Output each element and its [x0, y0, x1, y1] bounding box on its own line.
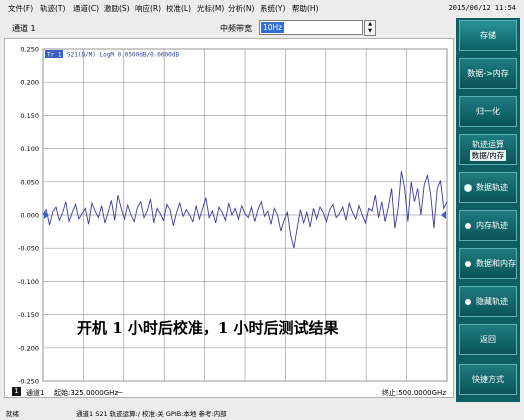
start-frequency: 起始:325.0000GHz: [54, 389, 119, 397]
spin-down-icon[interactable]: ▼: [366, 28, 374, 34]
annotation-text: 开机 1 小时后校准，1 小时后测试结果: [77, 319, 340, 337]
trace-chart[interactable]: 0.250 0.200 0.150 0.100 0.050 0.000 -0.050 -0.1…: [5, 39, 455, 387]
normalize-button[interactable]: 归一化: [459, 96, 517, 127]
data-and-memory-option[interactable]: 数据和内存: [459, 248, 517, 279]
radio-icon: [465, 260, 471, 267]
toolbar: 通道 1 中频带宽 10Hz ▲ ▼: [4, 18, 450, 38]
y-tick-label: 0.200: [20, 79, 39, 87]
normalize-label: 归一化: [476, 107, 500, 116]
menu-help[interactable]: 帮助(H): [292, 3, 319, 14]
trace-math-label: 轨迹运算: [472, 139, 504, 149]
plot-panel: 0.250 0.200 0.150 0.100 0.050 0.000 -0.050 -0.1…: [4, 38, 454, 398]
softkey-title[interactable]: 存储: [459, 20, 517, 51]
back-button[interactable]: 返回: [459, 324, 517, 355]
analyzer-window: 文件(F) 轨迹(T) 通道(C) 激励(S) 响应(R) 校准(L) 光标(M…: [0, 0, 524, 420]
memory-trace-label: 内存轨迹: [476, 221, 508, 230]
menu-calibration[interactable]: 校准(L): [166, 3, 191, 14]
menu-trace[interactable]: 轨迹(T): [40, 3, 65, 14]
menu-stimulus[interactable]: 激励(S): [104, 3, 130, 14]
channel-footer: 1 通道1 起始:325.0000GHz — 终止:500.0000GHz: [4, 386, 454, 398]
trace-header: S21(D/M) LogM 0.0500dB/0.0000dB: [67, 52, 179, 59]
y-tick-label: 0.000: [20, 212, 39, 220]
y-tick-label: -0.150: [18, 311, 39, 319]
trace-math-value: 数据/内存: [469, 149, 507, 161]
status-bar: 就绪 通道1 S21 轨迹运算:/ 校准:关 GPIB:本地 参考:内部: [0, 404, 524, 420]
y-tick-label: -0.250: [18, 378, 39, 386]
ifbw-input[interactable]: 10Hz: [259, 20, 363, 35]
channel-footer-label: 通道1: [26, 389, 45, 397]
menu-marker[interactable]: 光标(M): [197, 3, 224, 14]
menu-system[interactable]: 系统(Y): [260, 3, 285, 14]
memory-trace-option[interactable]: 内存轨迹: [459, 210, 517, 241]
quick-access-button[interactable]: 快捷方式: [459, 364, 517, 395]
quick-access-label: 快捷方式: [472, 375, 504, 384]
ifbw-spinner[interactable]: ▲ ▼: [364, 20, 376, 36]
menu-bar: 文件(F) 轨迹(T) 通道(C) 激励(S) 响应(R) 校准(L) 光标(M…: [0, 0, 524, 18]
radio-selected-icon: [465, 184, 471, 191]
data-trace-option[interactable]: 数据轨迹: [459, 172, 517, 203]
ifbw-label: 中频带宽: [220, 24, 252, 33]
y-tick-label: 0.050: [20, 178, 39, 186]
stop-frequency: 终止:500.0000GHz: [381, 389, 446, 397]
channel-label: 通道 1: [12, 24, 36, 33]
ifbw-value: 10Hz: [261, 22, 285, 33]
data-to-memory-label: 数据->内存: [467, 69, 509, 78]
y-tick-label: 0.250: [20, 46, 39, 54]
y-tick-label: 0.100: [20, 145, 39, 153]
clock: 2015/06/12 11:54: [448, 4, 516, 12]
data-and-memory-label: 数据和内存: [476, 259, 516, 268]
menu-channel[interactable]: 通道(C): [73, 3, 99, 14]
back-label: 返回: [480, 335, 496, 344]
menu-analysis[interactable]: 分析(N): [228, 3, 254, 14]
radio-icon: [465, 222, 471, 229]
data-to-memory-button[interactable]: 数据->内存: [459, 58, 517, 89]
data-trace-label: 数据轨迹: [476, 183, 508, 192]
hide-trace-option[interactable]: 隐藏轨迹: [459, 286, 517, 317]
y-tick-label: -0.200: [18, 344, 39, 352]
channel-number: 1: [12, 387, 21, 396]
y-tick-label: 0.150: [20, 112, 39, 120]
radio-icon: [465, 298, 471, 305]
status-ready: 就绪: [6, 410, 19, 418]
spin-up-icon[interactable]: ▲: [366, 21, 374, 27]
trace-math-button[interactable]: 轨迹运算 数据/内存: [459, 134, 517, 165]
softkey-title-label: 存储: [480, 31, 496, 40]
minus-icon: —: [116, 388, 123, 396]
menu-file[interactable]: 文件(F): [8, 3, 33, 14]
softkey-panel: 存储 数据->内存 归一化 轨迹运算 数据/内存 数据轨迹 内存轨迹 数据和内存…: [456, 18, 520, 402]
y-tick-label: -0.100: [18, 278, 39, 286]
trace-tag: Tr 1: [47, 52, 62, 59]
y-tick-label: -0.050: [18, 245, 39, 253]
menu-response[interactable]: 响应(R): [135, 3, 161, 14]
status-text: 通道1 S21 轨迹运算:/ 校准:关 GPIB:本地 参考:内部: [76, 410, 227, 418]
hide-trace-label: 隐藏轨迹: [476, 297, 508, 306]
